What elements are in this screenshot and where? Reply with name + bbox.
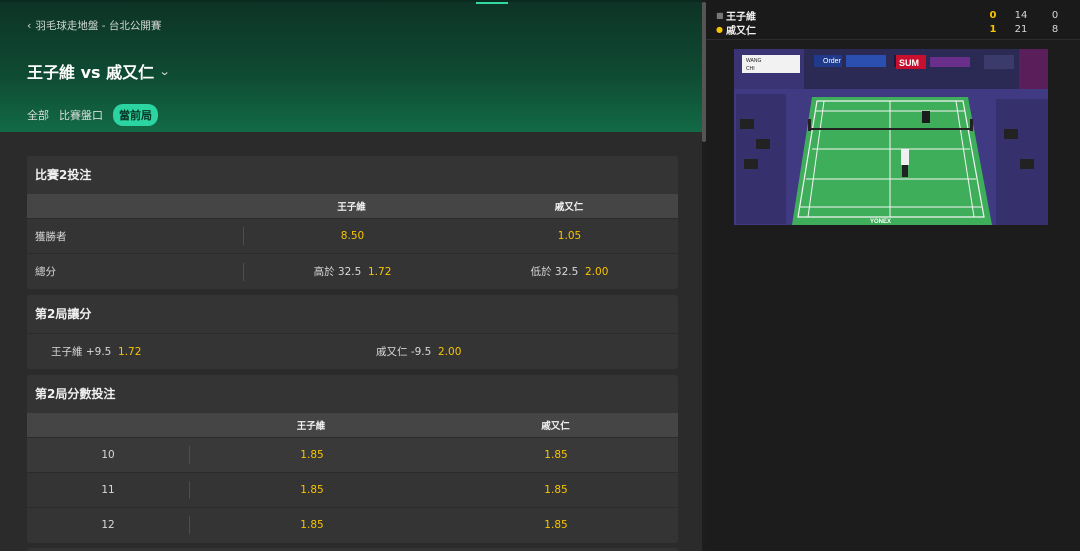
points-row: 10 1.85 1.85: [27, 437, 678, 472]
odds-button[interactable]: 8.50: [244, 230, 461, 242]
sponsor-text: SUM: [899, 58, 919, 68]
row-label: 11: [101, 484, 115, 496]
game1-points: 21: [1014, 23, 1028, 35]
column-header-p1: 王子維: [296, 421, 326, 432]
points-row: 12 1.85 1.85: [27, 507, 678, 542]
odds-button[interactable]: 1.05: [461, 230, 678, 242]
match-title-text: 王子維 vs 戚又仁: [27, 63, 155, 82]
scoreboard: ■ 王子維 0 14 0 ● 戚又仁 1 21 8: [706, 0, 1080, 40]
overlay-text: Order: [823, 58, 842, 65]
odds-button[interactable]: 1.85: [434, 484, 678, 496]
breadcrumb-text[interactable]: 羽毛球走地盤 - 台北公開賽: [35, 18, 161, 33]
line-label: 高於 32.5: [313, 266, 362, 278]
serve-indicator-icon: ●: [716, 24, 723, 34]
odds-value: 1.85: [544, 519, 568, 531]
odds-value: 1.85: [544, 449, 568, 461]
tab-current-game[interactable]: 當前局: [113, 104, 158, 126]
odds-button[interactable]: 高於 32.5 1.72: [244, 264, 461, 279]
points-row: 11 1.85 1.85: [27, 472, 678, 507]
odds-value: 1.85: [300, 484, 324, 496]
market-tabs: 全部 比賽盤口 當前局: [27, 104, 158, 126]
row-label: 獲勝者: [35, 230, 67, 243]
live-panel: ■ 王子維 0 14 0 ● 戚又仁 1 21 8 WANG CHI Order…: [706, 0, 1080, 551]
column-header-p2: 戚又仁: [554, 202, 584, 213]
column-header-p1: 王子維: [337, 202, 366, 213]
row-label: 總分: [35, 266, 56, 278]
market-title: 比賽2投注: [35, 168, 92, 182]
scoreboard-row-p2: ● 戚又仁 1 21 8: [716, 22, 1070, 37]
market-title: 第2局分數投注: [35, 387, 116, 401]
market-row-total: 總分 高於 32.5 1.72 低於 32.5 2.00: [27, 253, 678, 289]
serve-indicator-icon: ■: [716, 10, 724, 20]
market-card-match2: 比賽2投注 王子維 戚又仁 獲勝者 8.50 1.05 總分 高於 32.5 1…: [27, 156, 678, 289]
row-label: 12: [101, 519, 115, 531]
game2-points: 0: [1051, 9, 1059, 21]
games-won: 0: [989, 9, 997, 21]
odds-value: 1.85: [300, 519, 324, 531]
odds-button[interactable]: 1.85: [434, 449, 678, 461]
odds-button[interactable]: 1.85: [190, 519, 434, 531]
court-brand: YONEX: [870, 219, 891, 225]
market-header-row: 王子維 戚又仁: [27, 413, 678, 437]
games-won: 1: [989, 23, 997, 35]
betting-panel: ‹ 羽毛球走地盤 - 台北公開賽 王子維 vs 戚又仁 ⌄ 全部 比賽盤口 當前…: [0, 0, 702, 551]
odds-button[interactable]: 1.85: [434, 519, 678, 531]
odds-value: 1.72: [368, 266, 392, 278]
odds-value: 2.00: [585, 266, 609, 278]
market-card-game2-points: 第2局分數投注 王子維 戚又仁 10 1.85 1.85 11 1.85 1.8…: [27, 375, 678, 543]
live-video[interactable]: WANG CHI Order SUM YONEX: [734, 49, 1048, 225]
market-row-winner: 獲勝者 8.50 1.05: [27, 218, 678, 253]
tab-all[interactable]: 全部: [27, 105, 49, 125]
overlay-name-1: WANG: [746, 58, 761, 64]
odds-value: 2.00: [438, 346, 462, 358]
overlay-name-2: CHI: [746, 66, 755, 72]
chevron-down-icon[interactable]: ⌄: [159, 65, 171, 78]
scoreboard-row-p1: ■ 王子維 0 14 0: [716, 8, 1070, 23]
match-title[interactable]: 王子維 vs 戚又仁 ⌄: [27, 59, 171, 83]
app-root: ‹ 羽毛球走地盤 - 台北公開賽 王子維 vs 戚又仁 ⌄ 全部 比賽盤口 當前…: [0, 0, 1080, 551]
player-name: 王子維: [726, 11, 756, 23]
active-indicator: [476, 2, 508, 4]
badminton-court-stream: WANG CHI Order SUM YONEX: [734, 49, 1048, 225]
odds-value: 8.50: [340, 230, 365, 242]
row-label: 10: [101, 449, 115, 461]
odds-value: 1.05: [557, 230, 582, 242]
odds-value: 1.85: [300, 449, 324, 461]
breadcrumb[interactable]: ‹ 羽毛球走地盤 - 台北公開賽: [27, 18, 161, 33]
odds-button[interactable]: 王子維 +9.5 1.72: [27, 344, 352, 359]
odds-value: 1.72: [118, 346, 142, 358]
handicap-row: 王子維 +9.5 1.72 戚又仁 -9.5 2.00: [27, 333, 678, 369]
odds-button[interactable]: 1.85: [190, 449, 434, 461]
tab-match-markets[interactable]: 比賽盤口: [59, 105, 103, 125]
game1-points: 14: [1014, 9, 1028, 21]
market-title: 第2局讓分: [35, 307, 92, 321]
odds-button[interactable]: 低於 32.5 2.00: [461, 264, 678, 279]
market-header-row: 王子維 戚又仁: [27, 194, 678, 218]
line-label: 王子維 +9.5: [51, 346, 112, 358]
odds-button[interactable]: 戚又仁 -9.5 2.00: [352, 344, 678, 359]
column-header-p2: 戚又仁: [541, 421, 570, 432]
market-card-game2-handicap: 第2局讓分 王子維 +9.5 1.72 戚又仁 -9.5 2.00: [27, 295, 678, 369]
odds-value: 1.85: [544, 484, 568, 496]
line-label: 戚又仁 -9.5: [376, 346, 432, 358]
line-label: 低於 32.5: [530, 266, 579, 278]
player-name: 戚又仁: [726, 25, 756, 37]
chevron-left-icon[interactable]: ‹: [27, 19, 31, 32]
game2-points: 8: [1051, 23, 1059, 35]
odds-button[interactable]: 1.85: [190, 484, 434, 496]
match-header: ‹ 羽毛球走地盤 - 台北公開賽 王子維 vs 戚又仁 ⌄ 全部 比賽盤口 當前…: [0, 0, 702, 132]
